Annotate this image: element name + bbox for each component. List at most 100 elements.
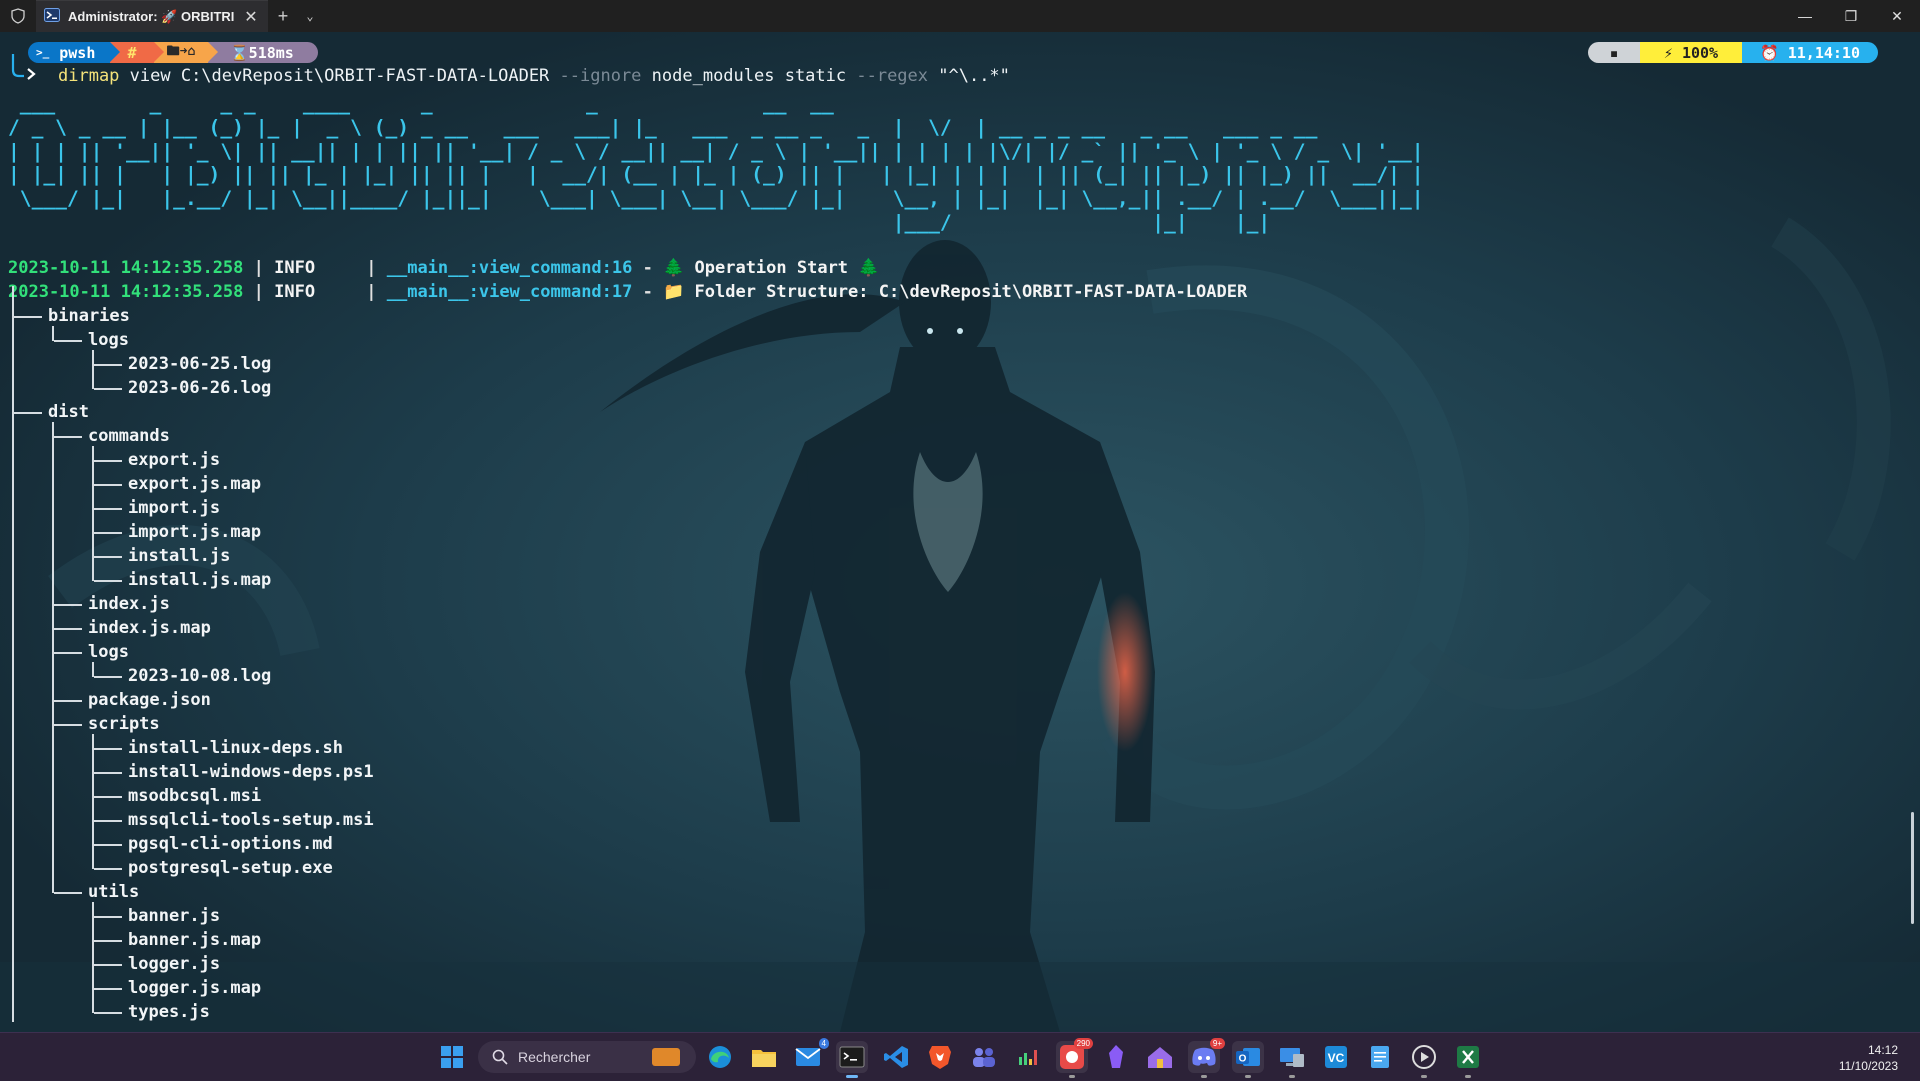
tree-item-label: 2023-10-08.log [128,666,272,686]
terminal-prompt-icon: >_ [36,46,50,59]
tree-item-label: package.json [88,690,211,710]
tree-connector [92,940,94,965]
command-program: dirmap [58,66,120,86]
new-tab-button[interactable]: + [268,6,298,27]
tree-connector [54,724,82,726]
svg-text:VC: VC [1328,1051,1345,1065]
tree-connector [54,340,82,342]
tree-item-label: banner.js.map [128,930,262,950]
mail-icon[interactable]: 4 [792,1038,829,1073]
vscode-icon[interactable] [880,1041,912,1073]
tree-connector [94,820,122,822]
tree-item-label: binaries [48,306,130,326]
excel-icon[interactable] [1452,1041,1484,1078]
tree-folder: binaries [48,304,130,328]
tree-connector [94,964,122,966]
tree-file: banner.js [128,904,220,928]
taskbar: Rechercher 4 290 9+ O VC 14:12 11/10/202… [0,1032,1920,1081]
remote-desktop-icon[interactable] [1276,1041,1308,1078]
log-timestamp: 2023-10-11 14:12:35.258 [8,282,244,302]
vc-app-icon[interactable]: VC [1320,1041,1352,1073]
tree-connector [52,652,54,701]
log-level: INFO [274,282,357,302]
terminal-icon[interactable] [836,1041,868,1078]
taskbar-search[interactable]: Rechercher [478,1041,696,1073]
tree-file: 2023-06-26.log [128,376,271,400]
tree-connector [92,350,94,365]
tree-connector [52,326,54,341]
tree-item-label: index.js.map [88,618,211,638]
notepad-icon[interactable] [1364,1041,1396,1073]
tree-item-label: commands [88,426,170,446]
tree-item-label: install.js.map [128,570,272,590]
tree-connector [92,532,94,557]
tree-item-label: types.js [128,1002,210,1022]
tree-item-label: logs [88,330,129,350]
file-explorer-icon[interactable] [748,1041,780,1073]
command-flag-regex: --regex [856,66,929,86]
search-placeholder: Rechercher [518,1049,591,1065]
tree-connector [92,734,94,749]
tree-item-label: utils [88,882,140,902]
tree-connector [92,484,94,509]
close-window-button[interactable]: ✕ [1874,0,1920,32]
tree-connector [92,916,94,941]
shell-name: pwsh [59,43,96,62]
media-player-icon[interactable] [1408,1041,1440,1078]
clock-date: 11/10/2023 [1838,1059,1898,1073]
tab-dropdown-button[interactable]: ⌄ [298,9,322,23]
tree-connector [92,748,94,773]
shield-icon [0,0,36,32]
terminal-tab[interactable]: Administrator: 🚀 ORBITRIX | ✕ [36,0,268,32]
obsidian-icon[interactable] [1100,1041,1132,1073]
tree-item-label: 2023-06-26.log [128,378,272,398]
tree-item-label: logs [88,642,129,662]
tree-file: import.js [128,496,220,520]
tree-connector [14,412,42,414]
chrome-icon[interactable]: 290 [1056,1038,1093,1078]
tree-file: install.js [128,544,230,568]
system-clock[interactable]: 14:12 11/10/2023 [1839,1042,1898,1074]
title-bar: Administrator: 🚀 ORBITRIX | ✕ + ⌄ — ❐ ✕ [0,0,1920,32]
log-level: INFO [274,258,357,278]
log-module: __main__:view_command:16 [386,258,633,278]
teams-icon[interactable] [968,1041,1000,1073]
tree-connector [94,388,122,390]
tree-connector [94,580,122,582]
tree-connector [54,436,82,438]
tree-connector [54,628,82,630]
tree-connector [94,556,122,558]
tree-connector [94,532,122,534]
tab-title: Administrator: 🚀 ORBITRIX | [68,8,234,24]
prompt-clock-segment: ⏰ 11,14:10 [1742,42,1878,63]
log-message: Folder Structure: C:\devReposit\ORBIT-FA… [694,282,1248,302]
discord-badge: 9+ [1209,1038,1225,1049]
discord-icon[interactable]: 9+ [1188,1038,1225,1078]
tree-file: types.js [128,1000,210,1024]
tree-item-label: msodbcsql.msi [128,786,262,806]
tree-connector [52,422,54,437]
maximize-button[interactable]: ❐ [1828,0,1874,32]
brave-icon[interactable] [924,1041,956,1073]
start-icon[interactable] [436,1041,468,1073]
close-tab-button[interactable]: ✕ [242,7,260,27]
log-message: Operation Start [694,258,849,278]
tree-connector [92,446,94,461]
tree-connector [94,364,122,366]
audio-meter-icon[interactable] [1012,1041,1044,1073]
minimize-button[interactable]: — [1782,0,1828,32]
outlook-icon[interactable]: O [1232,1041,1264,1078]
tree-connector [94,772,122,774]
tree-connector [54,700,82,702]
tree-item-label: logger.js [128,954,221,974]
tree-item-label: install-windows-deps.ps1 [128,762,374,782]
tree-connector [12,316,14,413]
tree-connector [92,844,94,869]
tree-item-label: export.js [128,450,221,470]
tree-item-label: import.js.map [128,522,262,542]
mail-badge: 4 [818,1038,829,1049]
scrollbar-thumb[interactable] [1911,812,1914,924]
tree-connector [94,460,122,462]
edge-icon[interactable] [704,1041,736,1073]
home-app-icon[interactable] [1144,1041,1176,1073]
